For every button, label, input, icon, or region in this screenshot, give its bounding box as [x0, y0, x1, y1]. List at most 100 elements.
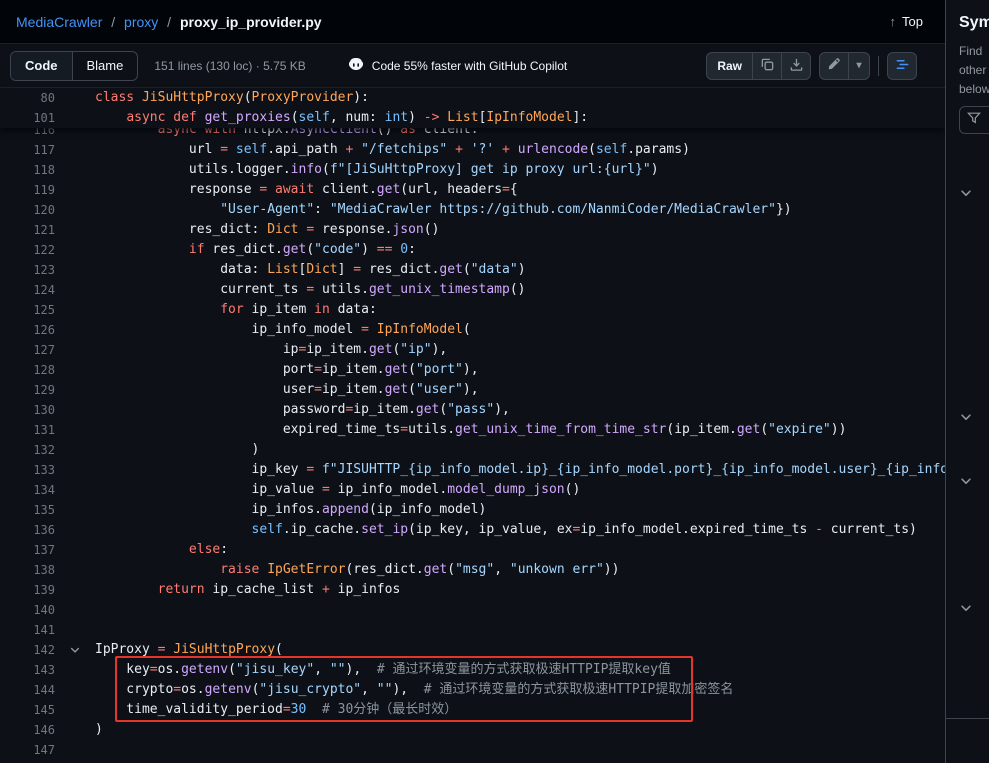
symbol-expand-chevron-icon[interactable] — [959, 410, 975, 426]
line-number[interactable]: 137 — [0, 540, 55, 560]
edit-button[interactable] — [819, 52, 849, 80]
line-number[interactable]: 117 — [0, 140, 55, 160]
code-token: "" — [377, 682, 393, 697]
line-number[interactable]: 80 — [0, 88, 55, 108]
line-number[interactable]: 146 — [0, 720, 55, 740]
code-token: ) — [95, 722, 103, 737]
code-token: + — [502, 142, 510, 157]
line-number[interactable]: 120 — [0, 200, 55, 220]
line-number[interactable]: 138 — [0, 560, 55, 580]
line-number[interactable]: 122 — [0, 240, 55, 260]
code-token: , num: — [330, 110, 385, 125]
code-token: = — [361, 322, 369, 337]
line-number[interactable]: 129 — [0, 380, 55, 400]
code-token: res_dict. — [361, 262, 439, 277]
code-token: = — [502, 182, 510, 197]
edit-dropdown-button[interactable]: ▾ — [848, 52, 870, 80]
code-token: ip_info_model.expired_time_ts — [580, 522, 815, 537]
line-number[interactable]: 141 — [0, 620, 55, 640]
line-number[interactable]: 135 — [0, 500, 55, 520]
breadcrumb-repo-link[interactable]: MediaCrawler — [16, 14, 102, 30]
code-token: = — [306, 222, 314, 237]
symbols-description-line: Find — [959, 42, 989, 61]
line-number[interactable]: 126 — [0, 320, 55, 340]
line-number[interactable]: 133 — [0, 460, 55, 480]
scroll-to-top-button[interactable]: ↑ Top — [884, 13, 929, 30]
code-token: response. — [314, 222, 392, 237]
line-number[interactable]: 143 — [0, 660, 55, 680]
copy-raw-content-button[interactable] — [752, 52, 782, 80]
code-line: 139 return ip_cache_list + ip_infos — [0, 580, 945, 600]
code-token: ]: — [572, 110, 588, 125]
code-line: 147 — [0, 740, 945, 760]
symbol-expand-chevron-icon[interactable] — [959, 601, 975, 617]
line-number[interactable]: 125 — [0, 300, 55, 320]
code-text: response = await client.get(url, headers… — [95, 182, 518, 197]
code-token: os. — [158, 662, 181, 677]
line-number[interactable]: 123 — [0, 260, 55, 280]
symbol-expand-chevron-icon[interactable] — [959, 474, 975, 490]
code-token: )) — [831, 422, 847, 437]
fold-chevron-icon[interactable] — [55, 640, 95, 660]
code-token: = — [314, 382, 322, 397]
line-number[interactable]: 132 — [0, 440, 55, 460]
code-token: = — [322, 482, 330, 497]
code-token — [95, 562, 220, 577]
code-text: async def get_proxies(self, num: int) ->… — [95, 110, 588, 125]
code-token: ( — [322, 162, 330, 177]
line-number[interactable]: 124 — [0, 280, 55, 300]
code-line: 121 res_dict: Dict = response.json() — [0, 220, 945, 240]
line-number[interactable]: 144 — [0, 680, 55, 700]
code-text: ip_value = ip_info_model.model_dump_json… — [95, 482, 580, 497]
code-text: if res_dict.get("code") == 0: — [95, 242, 416, 257]
breadcrumb-separator: / — [167, 14, 171, 30]
code-token: (url, headers — [400, 182, 502, 197]
tab-blame[interactable]: Blame — [73, 52, 138, 80]
code-token: ip_item. — [322, 382, 385, 397]
line-number[interactable]: 127 — [0, 340, 55, 360]
pencil-icon — [827, 57, 841, 74]
line-number[interactable]: 101 — [0, 108, 55, 128]
line-number[interactable]: 142 — [0, 640, 55, 660]
line-number[interactable]: 139 — [0, 580, 55, 600]
code-line: 141 — [0, 620, 945, 640]
code-token: ] — [338, 262, 354, 277]
line-number[interactable]: 121 — [0, 220, 55, 240]
code-token: Dict — [306, 262, 337, 277]
code-token — [353, 142, 361, 157]
line-number[interactable]: 118 — [0, 160, 55, 180]
symbols-filter-input[interactable] — [959, 106, 989, 134]
line-number[interactable]: 119 — [0, 180, 55, 200]
breadcrumb-folder-link[interactable]: proxy — [124, 14, 158, 30]
copilot-banner-link[interactable]: Code 55% faster with GitHub Copilot — [348, 56, 567, 75]
code-token: ip — [95, 342, 299, 357]
sticky-code-header: 80class JiSuHttpProxy(ProxyProvider):101… — [0, 88, 945, 128]
line-number[interactable]: 147 — [0, 740, 55, 760]
code-token: ip_key — [95, 462, 306, 477]
code-token: password — [95, 402, 345, 417]
symbols-panel-toggle[interactable] — [887, 52, 917, 80]
line-number[interactable]: 145 — [0, 700, 55, 720]
code-token — [95, 202, 220, 217]
line-number[interactable]: 140 — [0, 600, 55, 620]
line-number[interactable]: 128 — [0, 360, 55, 380]
line-number[interactable]: 134 — [0, 480, 55, 500]
code-token: ), — [432, 342, 448, 357]
raw-button[interactable]: Raw — [706, 52, 753, 80]
code-token: crypto — [95, 682, 173, 697]
code-text: "User-Agent": "MediaCrawler https://gith… — [95, 202, 792, 217]
up-arrow-icon: ↑ — [890, 14, 897, 29]
download-button[interactable] — [781, 52, 811, 80]
tab-code[interactable]: Code — [11, 52, 73, 80]
code-token: (ip_item. — [666, 422, 736, 437]
code-text: port=ip_item.get("port"), — [95, 362, 479, 377]
line-number[interactable]: 131 — [0, 420, 55, 440]
line-number[interactable]: 130 — [0, 400, 55, 420]
code-token: utils. — [314, 282, 369, 297]
code-line: 132 ) — [0, 440, 945, 460]
code-token: "jisu_key" — [236, 662, 314, 677]
code-token — [369, 322, 377, 337]
code-token: "unkown err" — [510, 562, 604, 577]
line-number[interactable]: 136 — [0, 520, 55, 540]
symbol-expand-chevron-icon[interactable] — [959, 186, 975, 202]
